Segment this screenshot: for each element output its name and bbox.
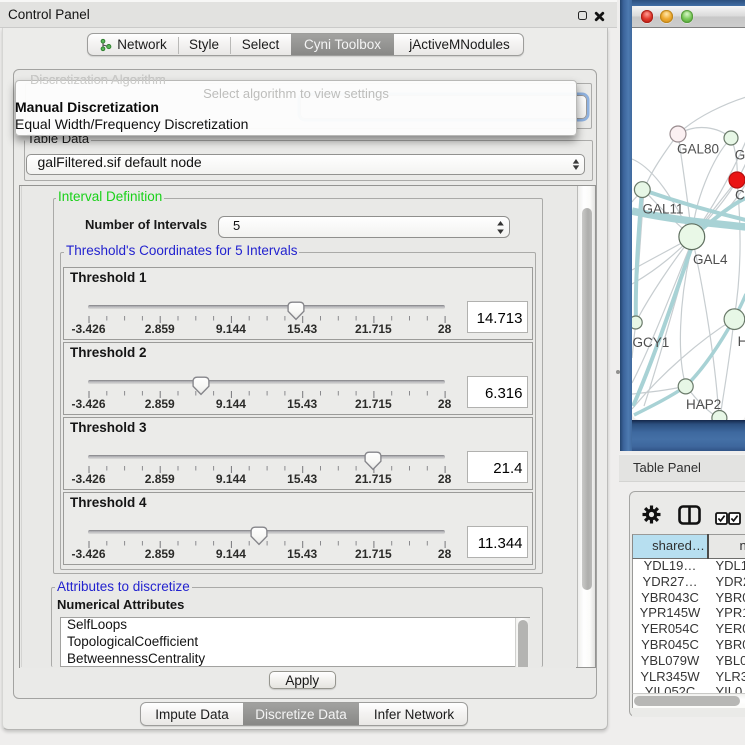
svg-text:H: H — [737, 334, 745, 349]
svg-text:GAL4: GAL4 — [693, 252, 728, 267]
svg-text:GCY1: GCY1 — [632, 335, 669, 350]
svg-text:GA: GA — [734, 147, 745, 162]
svg-text:GAL11: GAL11 — [642, 201, 683, 216]
svg-text:HAP2: HAP2 — [686, 397, 721, 412]
svg-text:GAL80: GAL80 — [677, 141, 719, 156]
svg-text:C: C — [735, 187, 745, 202]
